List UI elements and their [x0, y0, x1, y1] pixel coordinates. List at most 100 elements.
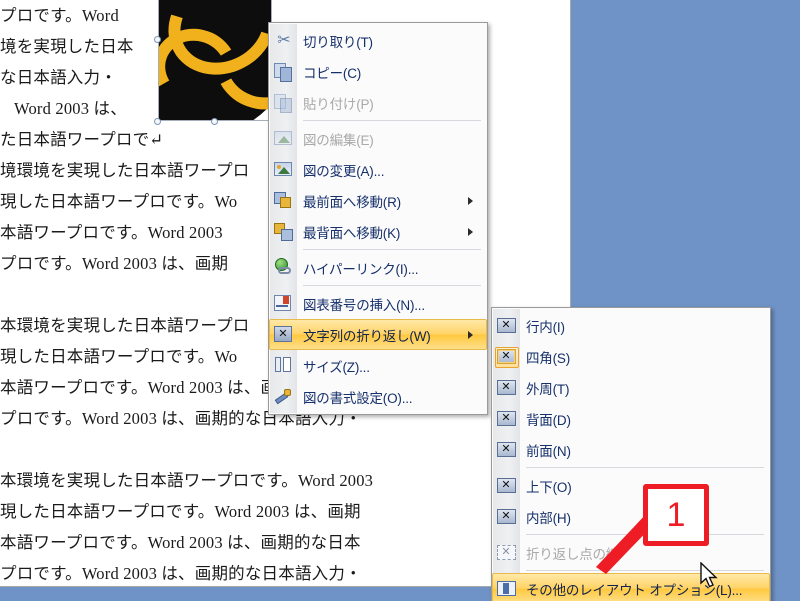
icon-glyph: ✕ [501, 545, 511, 558]
screen-root: プロです。Word 境を実現した日本 な日本語入力・ Word 2003 は、 た日本… [0, 0, 800, 601]
menu-item-label: ハイパーリンク(I)... [303, 261, 419, 277]
icon-glyph: ✕ [501, 411, 511, 424]
wrap-tight-icon: ✕ [495, 376, 519, 400]
icon-glyph: ✕ [501, 380, 511, 393]
wrap-through-icon: ✕ [495, 505, 519, 529]
send-back-icon [272, 220, 296, 244]
hyperlink-icon [272, 256, 296, 280]
picture-context-menu[interactable]: ✂ 切り取り(T) コピー(C) 貼り付け(P) 図の編集(E) 図の変更(A)... 最前… [268, 22, 488, 415]
insert-caption-icon [272, 292, 296, 316]
icon-part [275, 356, 281, 372]
icon-part [280, 97, 292, 113]
resize-handle-bottom-left[interactable] [154, 118, 161, 125]
icon-part [278, 135, 290, 143]
size-icon [272, 354, 296, 378]
menu-item[interactable]: ✕ 外周(T) [492, 372, 770, 403]
document-line: プロです。Word 2003 は、画期的な日本語入力・ [0, 564, 362, 583]
wrap-topbottom-icon: ✕ [495, 474, 519, 498]
bring-front-icon [272, 189, 296, 213]
menu-item-label: コピー(C) [303, 65, 362, 81]
menu-item-label: 前面(N) [526, 443, 571, 459]
icon-part [283, 295, 289, 304]
icon-part [283, 356, 291, 372]
menu-item-label: 最背面へ移動(K) [303, 225, 401, 241]
text-wrapping-icon: ✕ [272, 323, 296, 347]
icon-part [503, 582, 509, 594]
paste-icon [272, 91, 296, 115]
copy-icon [272, 60, 296, 84]
menu-item[interactable]: ✂ 切り取り(T) [269, 25, 487, 56]
menu-item[interactable]: 最前面へ移動(R) [269, 185, 487, 216]
menu-item[interactable]: サイズ(Z)... [269, 350, 487, 381]
menu-item[interactable]: 図表番号の挿入(N)... [269, 288, 487, 319]
menu-item[interactable]: ✕ 上下(O) [492, 470, 770, 501]
icon-part [277, 164, 281, 169]
menu-item-label: 背面(D) [526, 412, 571, 428]
icon-glyph: ✕ [278, 327, 288, 340]
document-line: 本語ワープロです。Word 2003 は、画期的な日本 [0, 533, 361, 552]
icon-glyph: ✂ [277, 31, 291, 49]
menu-item-label: 図の変更(A)... [303, 163, 385, 179]
menu-item-label: 文字列の折り返し(W) [303, 328, 431, 344]
menu-item-label: 図の編集(E) [303, 132, 374, 148]
menu-item: 図の編集(E) [269, 123, 487, 154]
menu-item[interactable]: コピー(C) [269, 56, 487, 87]
submenu-arrow-cell [457, 196, 483, 205]
menu-separator [526, 467, 764, 468]
icon-glyph: ✕ [501, 349, 511, 362]
step-callout-number: 1 [666, 496, 686, 534]
wrap-behind-icon: ✕ [495, 407, 519, 431]
menu-item-label: 図の書式設定(O)... [303, 390, 413, 406]
menu-item-label: 貼り付け(P) [303, 96, 374, 112]
menu-item[interactable]: 図の変更(A)... [269, 154, 487, 185]
step-callout: 1 [643, 484, 709, 546]
submenu-arrow-cell [457, 227, 483, 236]
wrap-square-icon: ✕ [495, 345, 519, 369]
menu-item[interactable]: ✕ 背面(D) [492, 403, 770, 434]
resize-handle-bottom-center[interactable] [211, 118, 218, 125]
chevron-right-icon [467, 330, 473, 339]
mouse-cursor-icon [700, 562, 718, 588]
menu-item[interactable]: 最背面へ移動(K) [269, 216, 487, 247]
menu-item-label: サイズ(Z)... [303, 359, 370, 375]
clipart-image[interactable] [158, 0, 272, 121]
menu-item[interactable]: その他のレイアウト オプション(L)... [492, 573, 770, 601]
wrap-inline-icon: ✕ [495, 314, 519, 338]
menu-item-label: 最前面へ移動(R) [303, 194, 401, 210]
menu-item-label: 図表番号の挿入(N)... [303, 297, 425, 313]
format-picture-icon [272, 385, 296, 409]
clipart-selection-frame[interactable] [154, 0, 276, 125]
menu-item[interactable]: ✕ 前面(N) [492, 434, 770, 465]
icon-part [284, 388, 291, 396]
resize-handle-middle-left[interactable] [154, 35, 161, 43]
icon-glyph: ✕ [501, 318, 511, 331]
menu-item[interactable]: ✕ 行内(I) [492, 310, 770, 341]
menu-separator [303, 249, 481, 250]
menu-separator [303, 285, 481, 286]
icon-part [276, 304, 288, 307]
change-picture-icon [272, 158, 296, 182]
edit-wrap-points-icon: ✕ [495, 541, 519, 565]
icon-part [278, 266, 291, 274]
icon-glyph: ✕ [501, 442, 511, 455]
chevron-right-icon [467, 227, 473, 236]
icon-glyph: ✕ [501, 509, 511, 522]
icon-glyph: ✕ [501, 478, 511, 491]
menu-item[interactable]: ✕ 四角(S) [492, 341, 770, 372]
submenu-arrow-cell [457, 330, 483, 339]
menu-item: 貼り付け(P) [269, 87, 487, 118]
more-layout-options-icon [495, 577, 519, 601]
icon-part [280, 66, 292, 82]
menu-item[interactable]: 図の書式設定(O)... [269, 381, 487, 412]
wrap-front-icon: ✕ [495, 438, 519, 462]
menu-item-label: その他のレイアウト オプション(L)... [526, 582, 743, 598]
menu-item[interactable]: ハイパーリンク(I)... [269, 252, 487, 283]
scissors-icon: ✂ [272, 29, 296, 53]
document-line: 本環境を実現した日本語ワープロです。Word 2003 [0, 471, 374, 490]
menu-item[interactable]: ✕ 文字列の折り返し(W) [269, 319, 487, 350]
menu-separator [303, 120, 481, 121]
menu-item-label: 四角(S) [526, 350, 570, 366]
chevron-right-icon [467, 196, 473, 205]
edit-picture-icon [272, 127, 296, 151]
